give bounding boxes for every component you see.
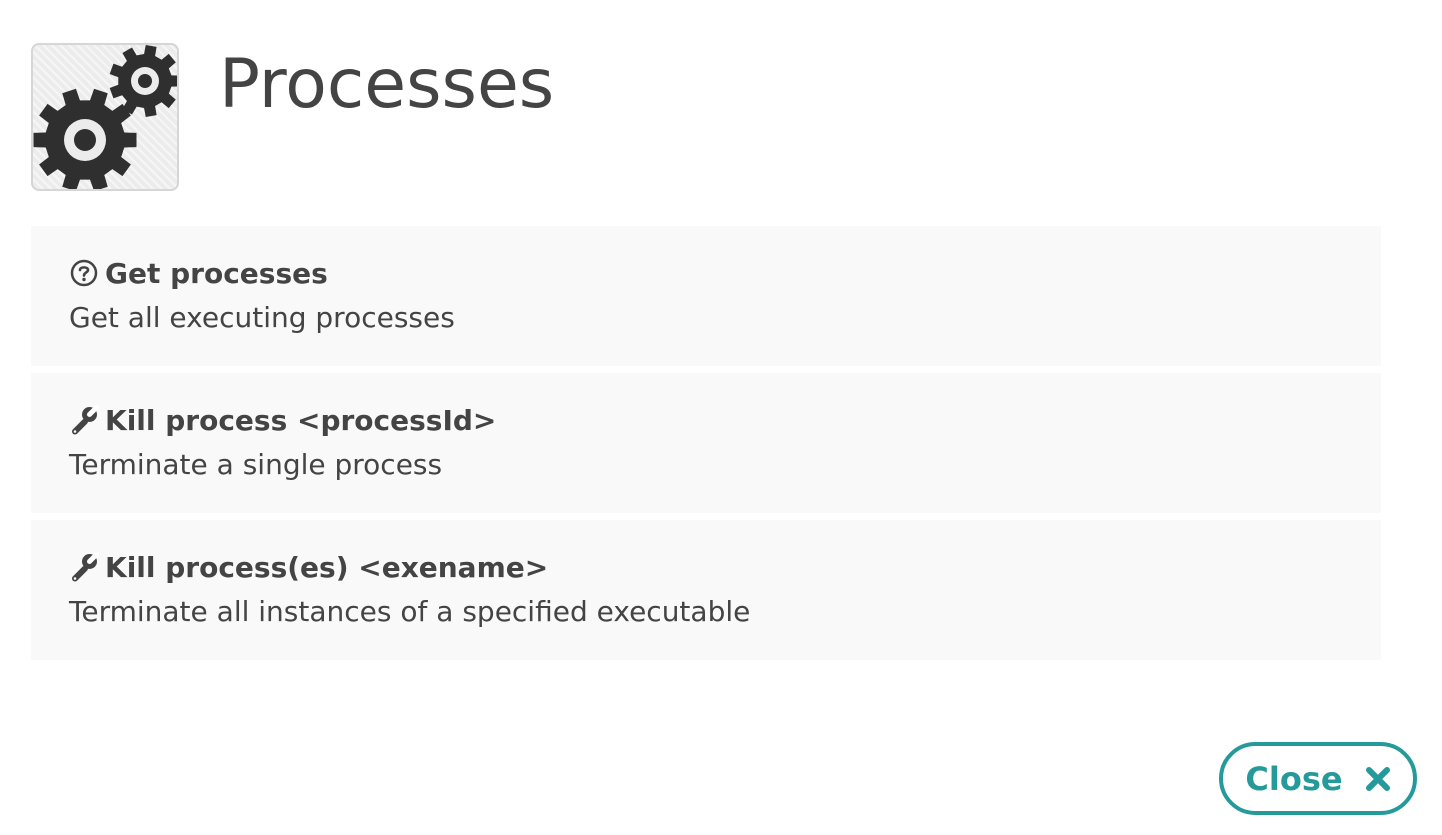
action-title: Get processes	[105, 256, 328, 290]
action-description: Terminate all instances of a specified e…	[69, 595, 751, 628]
action-description: Terminate a single process	[69, 448, 443, 481]
action-description: Get all executing processes	[69, 301, 455, 334]
wrench-icon	[72, 552, 99, 582]
close-x-icon	[1365, 766, 1390, 791]
close-button-label: Close	[1245, 759, 1343, 798]
page-title: Processes	[219, 45, 555, 124]
action-title-row: Kill process <processId>	[69, 401, 1381, 439]
header-gears-icon-box	[31, 43, 179, 191]
gear-hub	[74, 129, 96, 151]
action-title: Kill process(es) <exename>	[105, 550, 549, 584]
action-kill-process-by-id[interactable]: Kill process <processId> Terminate a sin…	[31, 373, 1381, 513]
action-title-row: Get processes	[69, 254, 1381, 292]
action-get-processes[interactable]: Get processes Get all executing processe…	[31, 226, 1381, 366]
gear-hub	[138, 74, 152, 88]
gears-icon	[33, 45, 177, 189]
action-list: Get processes Get all executing processe…	[31, 226, 1381, 667]
close-button[interactable]: Close	[1219, 742, 1417, 815]
action-title-row: Kill process(es) <exename>	[69, 548, 1381, 586]
question-circle-icon	[70, 259, 98, 287]
action-kill-process-by-exename[interactable]: Kill process(es) <exename> Terminate all…	[31, 520, 1381, 660]
action-title: Kill process <processId>	[105, 403, 497, 437]
wrench-icon	[72, 405, 99, 435]
large-gear-icon	[33, 88, 137, 189]
